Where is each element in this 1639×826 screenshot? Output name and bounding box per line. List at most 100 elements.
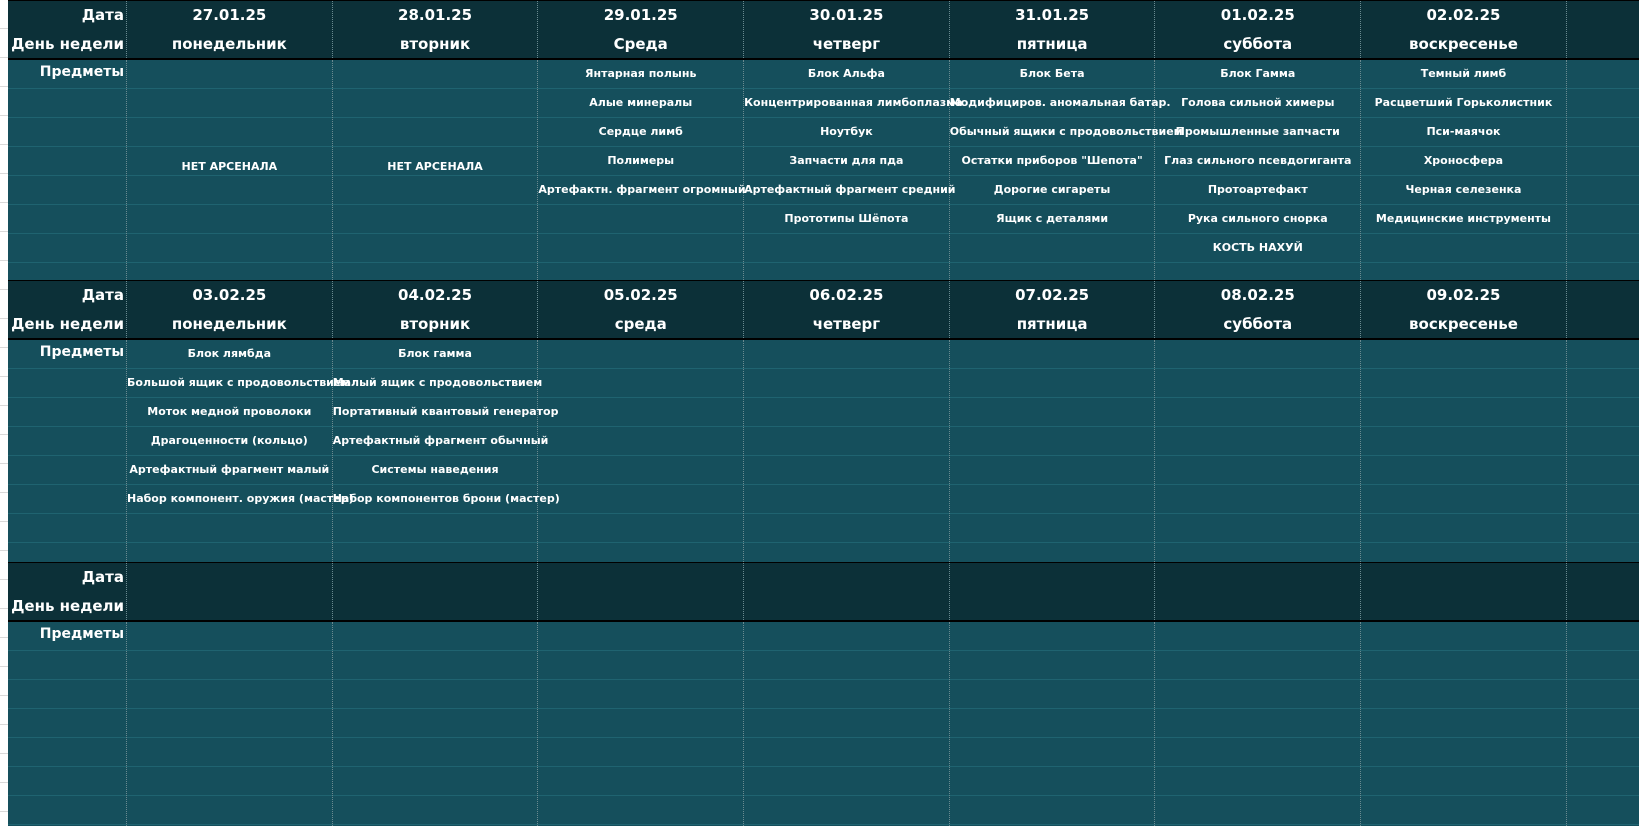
day-header-cell[interactable]: 04.02.25 вторник [333,281,539,338]
item-entry: Медицинские инструменты [1375,212,1551,225]
item-entry: Блок Бета [1019,67,1085,80]
item-list: Блок гамма Малый ящик с продовольствием По… [332,340,560,519]
day-items-cell[interactable] [744,340,950,562]
day-header-cell[interactable]: 27.01.25 понедельник [127,1,333,58]
day-header-cell[interactable] [1155,563,1362,620]
items-label-cell[interactable]: Предметы [8,60,127,280]
day-header-cell[interactable]: 09.02.25 воскресенье [1361,281,1567,338]
item-list: Янтарная полынь Алые минералы Сердце лимб П… [538,60,745,210]
day-header-cell[interactable] [744,563,950,620]
item-entry: Блок гамма [398,347,472,360]
item-entry: Ящик с деталями [996,212,1109,225]
day-header-cell[interactable] [127,563,333,620]
items-label-cell[interactable]: Предметы [8,340,127,562]
item-entry: Рука сильного снорка [1187,212,1328,225]
day-items-cell[interactable] [1361,622,1567,826]
day-items-cell[interactable]: НЕТ АРСЕНАЛА [333,60,539,280]
day-header-cell[interactable]: 06.02.25 четверг [744,281,950,338]
day-items-cell[interactable]: НЕТ АРСЕНАЛА [127,60,333,280]
no-arsenal-note: НЕТ АРСЕНАЛА [181,160,278,173]
item-entry: Голова сильной химеры [1181,96,1335,109]
item-list [127,622,332,627]
day-items-cell[interactable] [1155,622,1362,826]
day-header-cell[interactable]: 07.02.25 пятница [950,281,1156,338]
day-items-cell[interactable] [538,340,745,562]
day-header-cell[interactable]: 05.02.25 среда [538,281,745,338]
day-items-cell[interactable] [950,340,1156,562]
no-arsenal-note: НЕТ АРСЕНАЛА [387,160,483,173]
day-weekday: Среда [613,34,668,53]
day-date: 30.01.25 [809,6,884,25]
item-entry: Ноутбук [820,125,873,138]
day-weekday: среда [614,314,667,333]
day-weekday: пятница [1016,34,1088,53]
item-entry: Концентрированная лимбоплазма [744,96,963,109]
item-entry: Темный лимб [1420,67,1507,80]
item-entry: Набор компонент. оружия (мастер) [127,492,354,505]
item-list [1361,622,1566,627]
day-header-cell[interactable]: 03.02.25 понедельник [127,281,333,338]
day-items-cell[interactable]: Блок Гамма Голова сильной химеры Промышлен… [1155,60,1362,280]
day-items-cell[interactable] [744,622,950,826]
item-entry: Артефактный фрагмент обычный [332,434,549,447]
day-date: 07.02.25 [1015,286,1090,305]
day-weekday: понедельник [171,34,287,53]
item-entry: Большой ящик с продовольствием [127,376,351,389]
day-items-cell[interactable] [950,622,1156,826]
day-items-cell[interactable]: Блок Бета Модифициров. аномальная батар. О… [949,60,1183,280]
week-header-row: Дата День недели 27.01.25 понедельник 28.01.… [8,0,1639,60]
day-header-cell[interactable]: 30.01.25 четверг [744,1,950,58]
weekday-label: День недели [11,314,124,333]
day-header-cell[interactable]: 02.02.25 воскресенье [1361,1,1567,58]
week-items-row: Предметы НЕТ АРСЕНАЛА НЕТ АРСЕНАЛА Янтарная… [8,60,1639,280]
day-weekday: воскресенье [1409,34,1518,53]
day-items-cell[interactable]: Блок лямбда Большой ящик с продовольствие… [127,340,354,562]
header-label-cell[interactable]: Дата День недели [8,563,127,620]
item-entry: КОСТЬ НАХУЙ [1212,241,1303,254]
item-list [333,60,538,65]
day-items-cell[interactable]: Темный лимб Расцветший Горьколистник Пси-м… [1361,60,1567,280]
day-header-cell[interactable] [538,563,745,620]
header-label-cell[interactable]: Дата День недели [8,1,127,58]
item-list: Блок Гамма Голова сильной химеры Промышлен… [1155,60,1360,268]
day-weekday: вторник [399,314,471,333]
day-items-cell[interactable]: Янтарная полынь Алые минералы Сердце лимб П… [538,60,746,280]
item-entry: Полимеры [607,154,675,167]
item-entry: Малый ящик с продовольствием [332,376,543,389]
day-items-cell[interactable]: Блок Альфа Концентрированная лимбоплазма Н… [744,60,963,280]
day-weekday: суббота [1223,314,1293,333]
day-header-cell[interactable]: 01.02.25 суббота [1155,1,1362,58]
items-label-cell[interactable]: Предметы [8,622,127,826]
day-date: 06.02.25 [809,286,884,305]
header-label-cell[interactable]: Дата День недели [8,281,127,338]
item-list [744,622,949,627]
item-entry: Черная селезенка [1405,183,1522,196]
day-items-cell[interactable]: Блок гамма Малый ящик с продовольствием По… [332,340,560,562]
weekday-label: День недели [11,34,124,53]
spreadsheet-grid: Дата День недели 27.01.25 понедельник 28.01.… [8,0,1639,826]
item-list [1361,340,1566,345]
week-header-row: Дата День недели 03.02.25 понедельник 04.02.… [8,280,1639,340]
item-list [950,340,1155,345]
day-header-cell[interactable]: 31.01.25 пятница [950,1,1156,58]
day-date: 29.01.25 [603,6,678,25]
day-items-cell[interactable] [538,622,745,826]
item-entry: Артефактный фрагмент малый [129,463,330,476]
day-items-cell[interactable] [333,622,539,826]
day-items-cell[interactable] [1155,340,1362,562]
item-list: Темный лимб Расцветший Горьколистник Пси-м… [1361,60,1566,239]
day-date: 03.02.25 [192,286,267,305]
day-header-cell[interactable] [1361,563,1567,620]
day-header-cell[interactable]: 28.01.25 вторник [333,1,539,58]
item-list [538,340,743,345]
day-header-cell[interactable]: 29.01.25 Среда [538,1,745,58]
day-header-cell[interactable] [333,563,539,620]
day-items-cell[interactable] [127,622,333,826]
day-header-cell[interactable] [950,563,1156,620]
day-header-cell[interactable]: 08.02.25 суббота [1155,281,1362,338]
day-items-cell[interactable] [1361,340,1567,562]
item-entry: Модифициров. аномальная батар. [949,96,1171,109]
item-entry: Обычный ящики с продовольствием [949,125,1183,138]
day-date: 04.02.25 [398,286,473,305]
item-entry: Остатки приборов "Шепота" [961,154,1143,167]
